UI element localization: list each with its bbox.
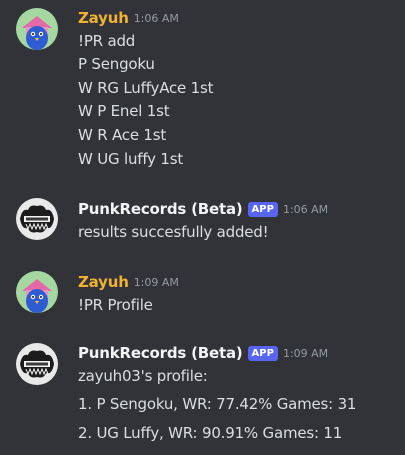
message-header: PunkRecords (Beta) APP 1:06 AM	[78, 199, 328, 219]
timestamp: 1:06 AM	[282, 202, 329, 216]
timestamp: 1:09 AM	[282, 346, 329, 360]
user-avatar[interactable]	[16, 8, 58, 50]
message: PunkRecords (Beta) APP 1:09 AM zayuh03's…	[0, 335, 405, 455]
message-line: 2. UG Luffy, WR: 90.91% Games: 11	[78, 424, 343, 442]
avatar-icon	[16, 8, 58, 50]
message: Zayuh 1:09 AM !PR Profile	[0, 263, 405, 323]
username[interactable]: Zayuh	[78, 273, 129, 291]
message: Zayuh 1:06 AM !PR add P Sengoku W RG Luf…	[0, 0, 405, 180]
message-line: !PR add	[78, 32, 136, 50]
message-line: P Sengoku	[78, 55, 155, 73]
message-line: W UG luffy 1st	[78, 150, 184, 168]
punk-records-logo-icon	[16, 198, 58, 240]
timestamp: 1:06 AM	[133, 11, 179, 25]
message-line: W RG LuffyAce 1st	[78, 79, 214, 97]
message-line: !PR Profile	[78, 296, 153, 314]
username[interactable]: PunkRecords (Beta)	[78, 200, 243, 218]
message-line: W R Ace 1st	[78, 126, 167, 144]
message-line: zayuh03's profile:	[78, 367, 208, 385]
app-badge: APP	[247, 201, 278, 217]
message-header: PunkRecords (Beta) APP 1:09 AM	[78, 343, 328, 363]
message-header: Zayuh 1:09 AM	[78, 272, 179, 292]
message-line: 1. P Sengoku, WR: 77.42% Games: 31	[78, 395, 357, 413]
punk-records-logo-icon	[16, 343, 58, 385]
user-avatar[interactable]	[16, 271, 58, 313]
bot-avatar[interactable]	[16, 343, 58, 385]
app-badge: APP	[247, 345, 278, 361]
message-header: Zayuh 1:06 AM	[78, 8, 179, 28]
bot-avatar[interactable]	[16, 198, 58, 240]
username[interactable]: PunkRecords (Beta)	[78, 344, 243, 362]
message-line: W P Enel 1st	[78, 102, 170, 120]
username[interactable]: Zayuh	[78, 9, 129, 27]
avatar-icon	[16, 271, 58, 313]
message: PunkRecords (Beta) APP 1:06 AM results s…	[0, 190, 405, 250]
message-line: results succesfully added!	[78, 223, 269, 241]
timestamp: 1:09 AM	[133, 275, 179, 289]
